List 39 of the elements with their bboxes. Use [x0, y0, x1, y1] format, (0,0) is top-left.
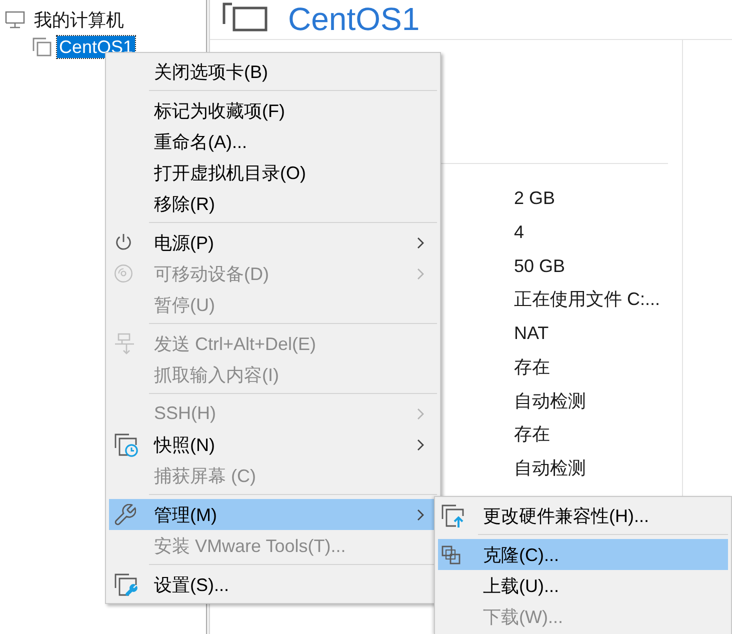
menu-item[interactable]: 设置(S)...: [109, 569, 437, 600]
menu-item[interactable]: 打开虚拟机目录(O): [109, 157, 437, 188]
menu-item[interactable]: 管理(M): [109, 499, 437, 530]
wrench-window-icon: [114, 572, 138, 596]
monitor-icon: [5, 11, 25, 29]
detail-value: NAT: [514, 322, 549, 345]
menu-item[interactable]: 克隆(C)...: [438, 539, 728, 570]
window-stack-icon: [32, 37, 52, 57]
chevron-right-icon: [417, 438, 424, 450]
chevron-right-icon: [417, 508, 424, 520]
menu-item[interactable]: 移除(R): [109, 188, 437, 219]
box-arrow-icon: [114, 332, 136, 354]
chevron-right-icon: [417, 408, 424, 420]
detail-value: 50 GB: [514, 254, 566, 278]
chevron-right-icon: [417, 236, 424, 248]
detail-value: 存在: [514, 356, 550, 379]
menu-item[interactable]: 标记为收藏项(F): [109, 95, 437, 126]
disc-icon: [114, 264, 133, 283]
power-icon: [114, 233, 133, 252]
detail-value: 存在: [514, 423, 550, 446]
tree-item[interactable]: 我的计算机: [32, 9, 126, 31]
vm-title: CentOS1: [288, 2, 420, 36]
menu-item[interactable]: 快照(N): [109, 429, 437, 460]
menu-item[interactable]: 上载(U)...: [438, 570, 728, 601]
detail-value: 4: [514, 220, 524, 244]
menu-item[interactable]: 重命名(A)...: [109, 126, 437, 157]
detail-value: 2 GB: [514, 187, 556, 210]
detail-value: 正在使用文件 C:...: [514, 288, 660, 312]
detail-value: 自动检测: [514, 390, 586, 412]
arrow-window-icon: [441, 504, 465, 528]
menu-item[interactable]: 电源(P): [109, 227, 437, 258]
chevron-right-icon: [417, 268, 424, 280]
menu-item[interactable]: 更改硬件兼容性(H)...: [438, 500, 728, 531]
detail-value: 自动检测: [514, 457, 586, 480]
window-stack-icon: [222, 2, 268, 32]
clock-window-icon: [114, 432, 138, 456]
squares-icon: [441, 544, 461, 564]
menu-item[interactable]: 关闭选项卡(B): [109, 56, 437, 87]
wrench-icon: [114, 504, 136, 526]
